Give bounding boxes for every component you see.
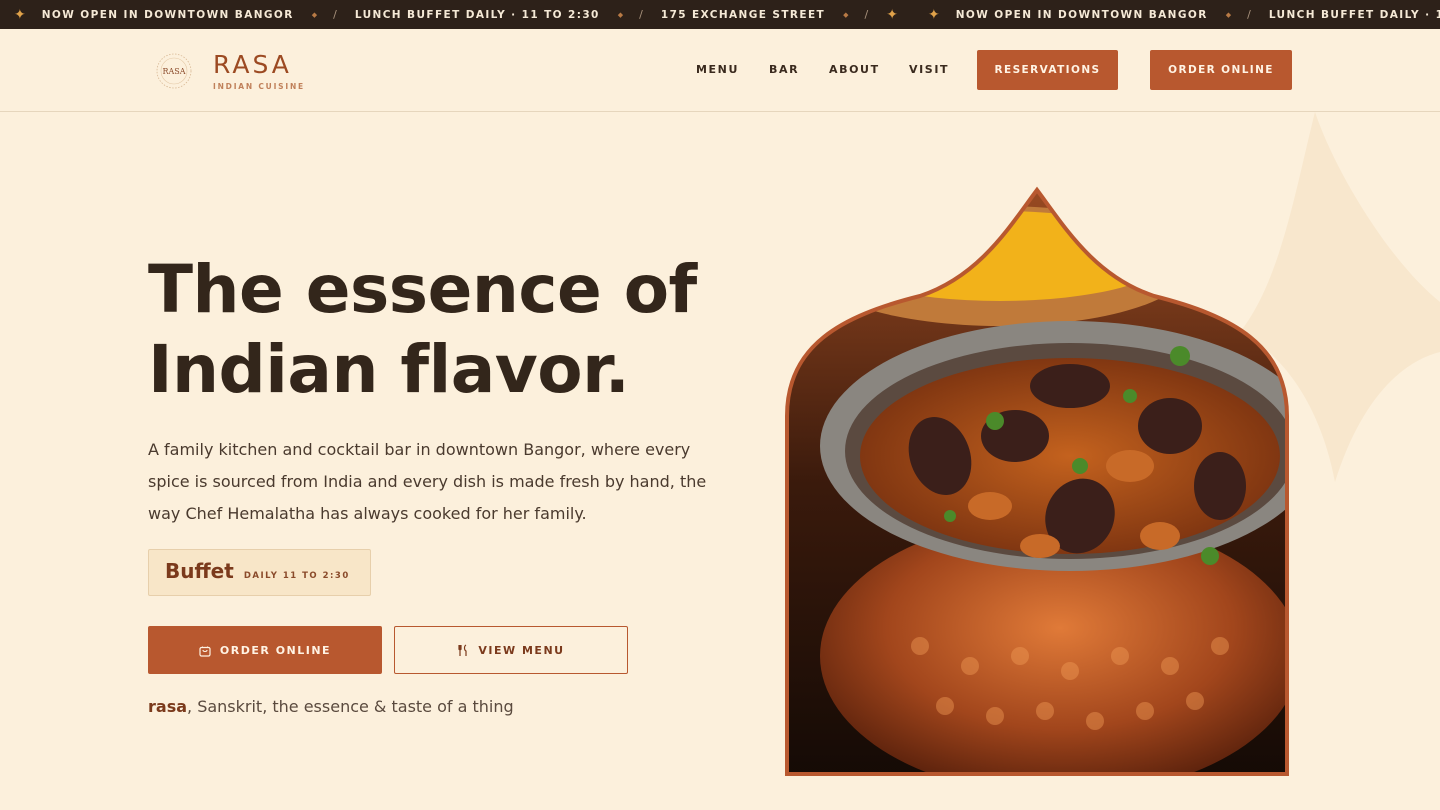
utensils-icon: [457, 643, 469, 657]
buffet-title: Buffet: [165, 559, 234, 583]
ticker-item: NOW OPEN IN DOWNTOWN BANGOR: [41, 8, 294, 21]
dot-icon: ◆: [617, 10, 624, 19]
hero-description: A family kitchen and cocktail bar in dow…: [148, 440, 707, 523]
ticker-item: LUNCH BUFFET DAILY · 11 TO 2:30: [1268, 8, 1440, 21]
site-header: RASA RASA INDIAN CUISINE MENU BAR ABOUT …: [0, 29, 1440, 112]
reservations-button[interactable]: RESERVATIONS: [977, 50, 1118, 90]
buffet-badge: Buffet DAILY 11 TO 2:30: [148, 549, 371, 596]
ticker-item: 175 EXCHANGE STREET: [660, 8, 826, 21]
sparkle-icon: ✦: [886, 6, 898, 23]
ticker-item: NOW OPEN IN DOWNTOWN BANGOR: [955, 8, 1208, 21]
hero-tagline: rasa, Sanskrit, the essence & taste of a…: [148, 697, 514, 716]
sparkle-icon: ✦: [927, 6, 940, 23]
nav-item-about[interactable]: ABOUT: [829, 63, 880, 76]
ticker-separator: /: [639, 8, 643, 21]
ticker-item: LUNCH BUFFET DAILY · 11 TO 2:30: [354, 8, 600, 21]
headline-line-2: Indian flavor.: [148, 331, 630, 408]
order-online-header-button[interactable]: ORDER ONLINE: [1150, 50, 1292, 90]
view-menu-label: VIEW MENU: [478, 643, 565, 657]
hero-food-image: [785, 186, 1289, 776]
announcement-ticker: ✦ NOW OPEN IN DOWNTOWN BANGOR ◆ / LUNCH …: [0, 0, 1440, 29]
nav-item-menu[interactable]: MENU: [696, 63, 739, 76]
ticker-separator: /: [1247, 8, 1251, 21]
dot-icon: ◆: [843, 10, 849, 19]
sparkle-icon: ✦: [14, 6, 26, 23]
shopping-bag-icon: [199, 644, 211, 657]
headline-line-1: The essence of: [148, 251, 697, 328]
dot-icon: ◆: [1225, 10, 1232, 19]
ticker-separator: /: [864, 8, 869, 21]
view-menu-button[interactable]: VIEW MENU: [394, 626, 628, 674]
tagline-term: rasa: [148, 697, 188, 716]
nav-item-bar[interactable]: BAR: [769, 63, 799, 76]
order-online-label: ORDER ONLINE: [219, 643, 332, 657]
ticker-separator: /: [333, 8, 337, 21]
dot-icon: ◆: [311, 10, 318, 19]
tagline-definition: , Sanskrit, the essence & taste of a thi…: [187, 697, 514, 716]
hero-headline: The essence of Indian flavor.: [148, 250, 697, 410]
nav-item-visit[interactable]: VISIT: [909, 63, 949, 76]
ticker-track: ✦ NOW OPEN IN DOWNTOWN BANGOR ◆ / LUNCH …: [14, 0, 1440, 29]
buffet-hours: DAILY 11 TO 2:30: [243, 571, 350, 581]
order-online-button[interactable]: ORDER ONLINE: [148, 626, 382, 674]
